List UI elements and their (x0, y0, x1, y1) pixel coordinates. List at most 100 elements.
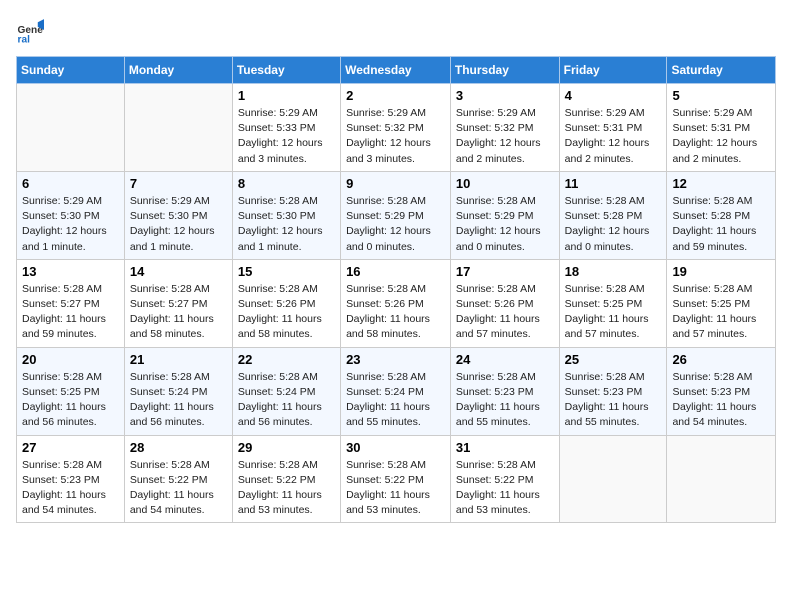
weekday-header: Tuesday (232, 57, 340, 84)
calendar-week-row: 6 Sunrise: 5:29 AM Sunset: 5:30 PM Daylig… (17, 171, 776, 259)
day-info: Sunrise: 5:29 AM Sunset: 5:33 PM Dayligh… (238, 106, 335, 167)
day-info: Sunrise: 5:28 AM Sunset: 5:26 PM Dayligh… (238, 282, 335, 343)
day-info: Sunrise: 5:28 AM Sunset: 5:22 PM Dayligh… (456, 458, 554, 519)
day-number: 31 (456, 440, 554, 455)
calendar-cell (559, 435, 667, 523)
calendar-cell: 10Sunrise: 5:28 AM Sunset: 5:29 PM Dayli… (450, 171, 559, 259)
calendar-cell: 28 Sunrise: 5:28 AM Sunset: 5:22 PM Dayli… (124, 435, 232, 523)
calendar-cell: 20 Sunrise: 5:28 AM Sunset: 5:25 PM Dayli… (17, 347, 125, 435)
weekday-header: Sunday (17, 57, 125, 84)
day-info: Sunrise: 5:28 AM Sunset: 5:23 PM Dayligh… (672, 370, 770, 431)
calendar-cell: 6 Sunrise: 5:29 AM Sunset: 5:30 PM Daylig… (17, 171, 125, 259)
day-number: 11 (565, 176, 662, 191)
day-number: 28 (130, 440, 227, 455)
day-info: Sunrise: 5:28 AM Sunset: 5:27 PM Dayligh… (22, 282, 119, 343)
day-info: Sunrise: 5:28 AM Sunset: 5:24 PM Dayligh… (238, 370, 335, 431)
day-info: Sunrise: 5:28 AM Sunset: 5:24 PM Dayligh… (346, 370, 445, 431)
day-info: Sunrise: 5:28 AM Sunset: 5:25 PM Dayligh… (565, 282, 662, 343)
calendar-cell: 26 Sunrise: 5:28 AM Sunset: 5:23 PM Dayli… (667, 347, 776, 435)
calendar-cell: 31 Sunrise: 5:28 AM Sunset: 5:22 PM Dayli… (450, 435, 559, 523)
calendar-cell: 3 Sunrise: 5:29 AM Sunset: 5:32 PM Daylig… (450, 84, 559, 172)
day-number: 8 (238, 176, 335, 191)
day-number: 21 (130, 352, 227, 367)
day-number: 13 (22, 264, 119, 279)
day-number: 7 (130, 176, 227, 191)
day-number: 25 (565, 352, 662, 367)
calendar-cell: 21Sunrise: 5:28 AM Sunset: 5:24 PM Dayli… (124, 347, 232, 435)
calendar-week-row: 27 Sunrise: 5:28 AM Sunset: 5:23 PM Dayli… (17, 435, 776, 523)
day-number: 23 (346, 352, 445, 367)
day-number: 3 (456, 88, 554, 103)
day-number: 16 (346, 264, 445, 279)
day-number: 26 (672, 352, 770, 367)
day-number: 20 (22, 352, 119, 367)
day-info: Sunrise: 5:28 AM Sunset: 5:23 PM Dayligh… (22, 458, 119, 519)
calendar-cell: 30 Sunrise: 5:28 AM Sunset: 5:22 PM Dayli… (341, 435, 451, 523)
calendar-cell: 17 Sunrise: 5:28 AM Sunset: 5:26 PM Dayli… (450, 259, 559, 347)
calendar-cell: 11Sunrise: 5:28 AM Sunset: 5:28 PM Dayli… (559, 171, 667, 259)
day-info: Sunrise: 5:29 AM Sunset: 5:30 PM Dayligh… (22, 194, 119, 255)
day-number: 2 (346, 88, 445, 103)
day-info: Sunrise: 5:28 AM Sunset: 5:30 PM Dayligh… (238, 194, 335, 255)
day-info: Sunrise: 5:29 AM Sunset: 5:31 PM Dayligh… (672, 106, 770, 167)
calendar-cell: 25 Sunrise: 5:28 AM Sunset: 5:23 PM Dayli… (559, 347, 667, 435)
calendar-cell (17, 84, 125, 172)
day-info: Sunrise: 5:28 AM Sunset: 5:29 PM Dayligh… (456, 194, 554, 255)
day-info: Sunrise: 5:28 AM Sunset: 5:27 PM Dayligh… (130, 282, 227, 343)
calendar-cell: 23 Sunrise: 5:28 AM Sunset: 5:24 PM Dayli… (341, 347, 451, 435)
calendar-cell: 7 Sunrise: 5:29 AM Sunset: 5:30 PM Daylig… (124, 171, 232, 259)
day-info: Sunrise: 5:28 AM Sunset: 5:22 PM Dayligh… (130, 458, 227, 519)
day-number: 15 (238, 264, 335, 279)
day-number: 6 (22, 176, 119, 191)
calendar-cell: 24 Sunrise: 5:28 AM Sunset: 5:23 PM Dayli… (450, 347, 559, 435)
day-info: Sunrise: 5:28 AM Sunset: 5:23 PM Dayligh… (456, 370, 554, 431)
day-info: Sunrise: 5:28 AM Sunset: 5:29 PM Dayligh… (346, 194, 445, 255)
calendar-cell: 15 Sunrise: 5:28 AM Sunset: 5:26 PM Dayli… (232, 259, 340, 347)
weekday-header: Monday (124, 57, 232, 84)
calendar-cell: 18 Sunrise: 5:28 AM Sunset: 5:25 PM Dayli… (559, 259, 667, 347)
day-info: Sunrise: 5:28 AM Sunset: 5:22 PM Dayligh… (238, 458, 335, 519)
day-info: Sunrise: 5:29 AM Sunset: 5:32 PM Dayligh… (346, 106, 445, 167)
calendar-cell: 14 Sunrise: 5:28 AM Sunset: 5:27 PM Dayli… (124, 259, 232, 347)
day-number: 30 (346, 440, 445, 455)
logo: Gene ral (16, 16, 48, 44)
weekday-header: Wednesday (341, 57, 451, 84)
day-number: 9 (346, 176, 445, 191)
logo-icon: Gene ral (16, 16, 44, 44)
day-info: Sunrise: 5:29 AM Sunset: 5:32 PM Dayligh… (456, 106, 554, 167)
day-number: 29 (238, 440, 335, 455)
calendar-week-row: 13 Sunrise: 5:28 AM Sunset: 5:27 PM Dayli… (17, 259, 776, 347)
day-info: Sunrise: 5:29 AM Sunset: 5:31 PM Dayligh… (565, 106, 662, 167)
day-info: Sunrise: 5:28 AM Sunset: 5:23 PM Dayligh… (565, 370, 662, 431)
calendar-cell: 9 Sunrise: 5:28 AM Sunset: 5:29 PM Daylig… (341, 171, 451, 259)
day-number: 27 (22, 440, 119, 455)
day-number: 1 (238, 88, 335, 103)
day-number: 24 (456, 352, 554, 367)
weekday-header: Thursday (450, 57, 559, 84)
day-number: 5 (672, 88, 770, 103)
calendar-cell: 4Sunrise: 5:29 AM Sunset: 5:31 PM Daylig… (559, 84, 667, 172)
calendar-cell: 16 Sunrise: 5:28 AM Sunset: 5:26 PM Dayli… (341, 259, 451, 347)
day-info: Sunrise: 5:28 AM Sunset: 5:25 PM Dayligh… (672, 282, 770, 343)
day-number: 12 (672, 176, 770, 191)
weekday-header: Friday (559, 57, 667, 84)
page-header: Gene ral (16, 16, 776, 44)
day-number: 18 (565, 264, 662, 279)
calendar-cell: 8 Sunrise: 5:28 AM Sunset: 5:30 PM Daylig… (232, 171, 340, 259)
calendar-cell: 2 Sunrise: 5:29 AM Sunset: 5:32 PM Daylig… (341, 84, 451, 172)
svg-text:ral: ral (18, 34, 31, 44)
day-number: 14 (130, 264, 227, 279)
calendar-week-row: 1 Sunrise: 5:29 AM Sunset: 5:33 PM Daylig… (17, 84, 776, 172)
calendar-cell: 27 Sunrise: 5:28 AM Sunset: 5:23 PM Dayli… (17, 435, 125, 523)
day-info: Sunrise: 5:28 AM Sunset: 5:26 PM Dayligh… (346, 282, 445, 343)
day-info: Sunrise: 5:28 AM Sunset: 5:26 PM Dayligh… (456, 282, 554, 343)
weekday-header-row: SundayMondayTuesdayWednesdayThursdayFrid… (17, 57, 776, 84)
calendar-cell: 1 Sunrise: 5:29 AM Sunset: 5:33 PM Daylig… (232, 84, 340, 172)
day-info: Sunrise: 5:29 AM Sunset: 5:30 PM Dayligh… (130, 194, 227, 255)
day-number: 22 (238, 352, 335, 367)
day-info: Sunrise: 5:28 AM Sunset: 5:22 PM Dayligh… (346, 458, 445, 519)
calendar-cell (667, 435, 776, 523)
calendar-cell: 5 Sunrise: 5:29 AM Sunset: 5:31 PM Daylig… (667, 84, 776, 172)
day-number: 17 (456, 264, 554, 279)
day-info: Sunrise: 5:28 AM Sunset: 5:25 PM Dayligh… (22, 370, 119, 431)
